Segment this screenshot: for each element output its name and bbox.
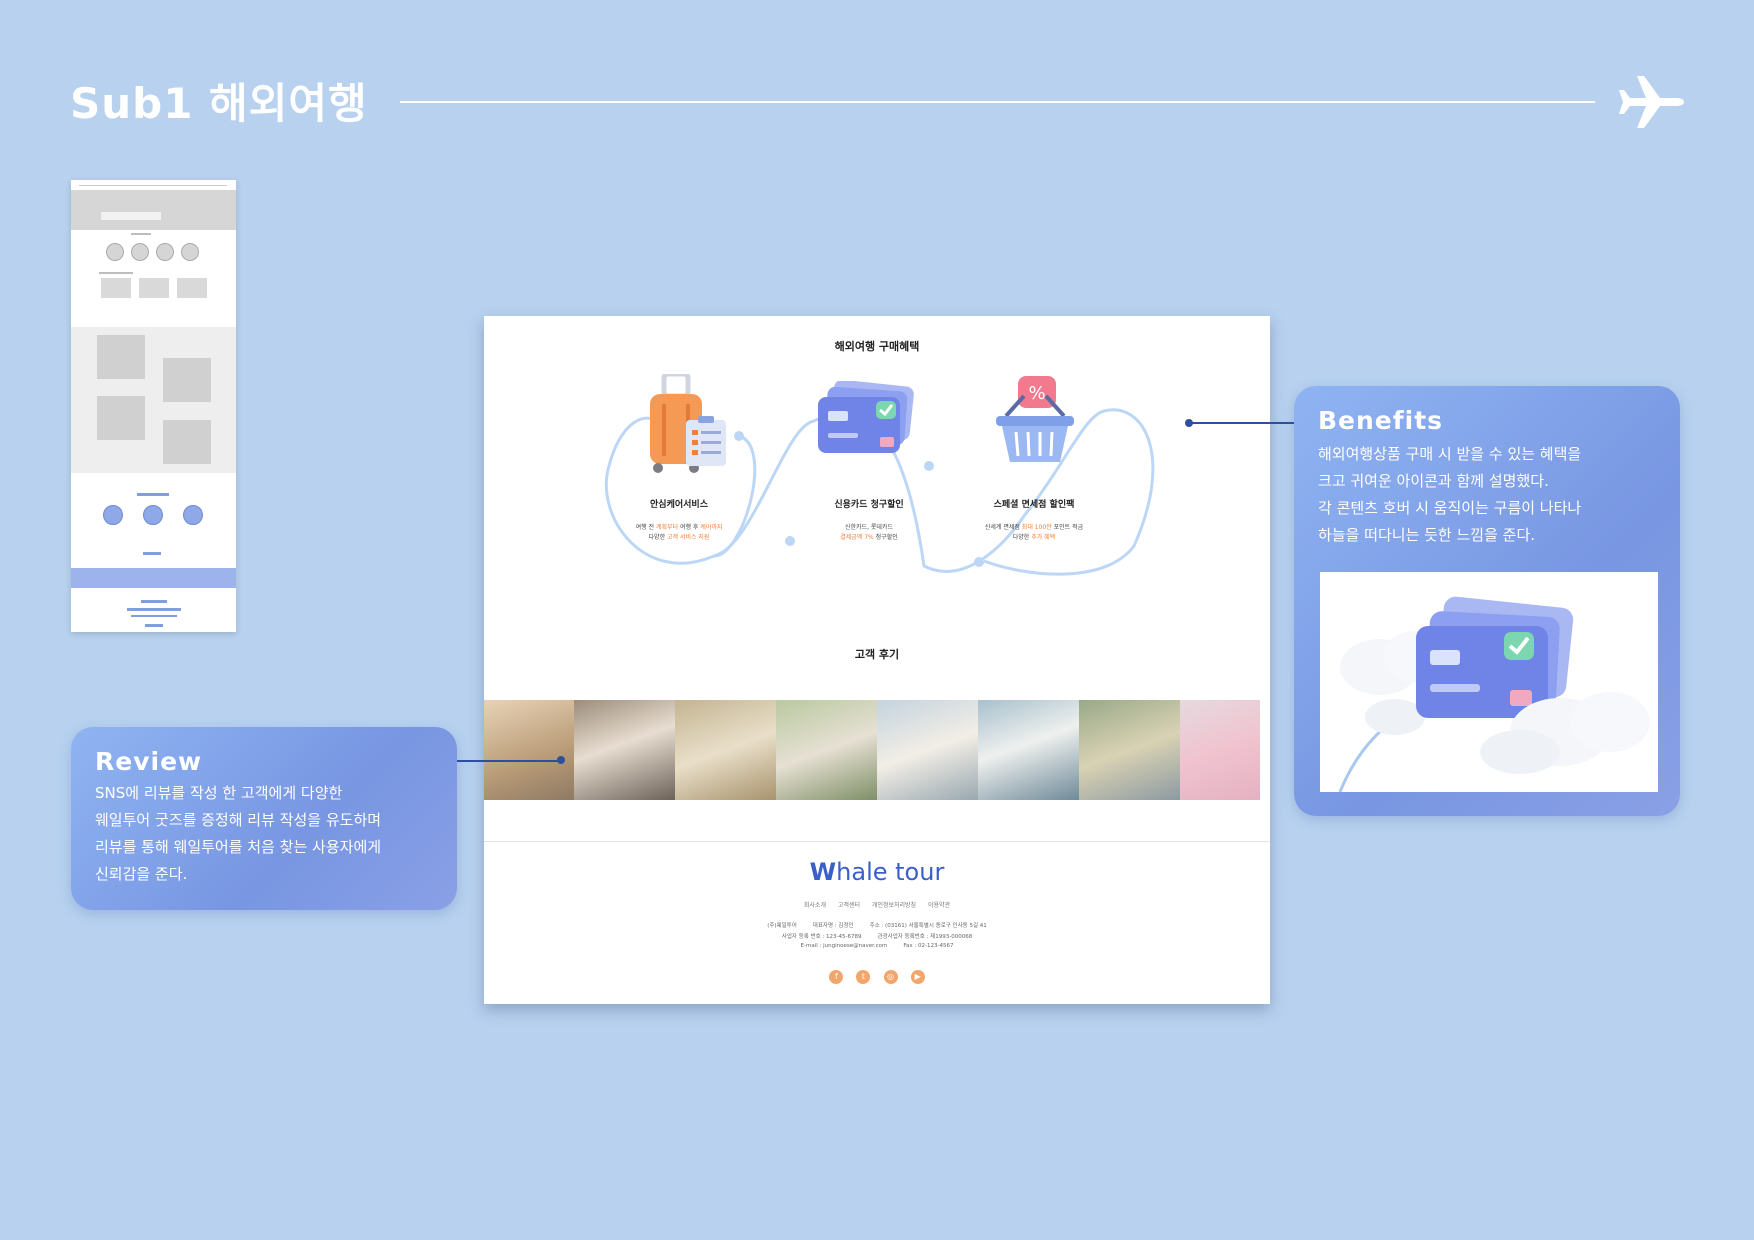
- website-mockup: 해외여행 구매혜택 % 안심케어서비스 여행 전 계획부터 여행 후 케어까지 …: [484, 316, 1270, 1004]
- review-photo[interactable]: [877, 700, 978, 800]
- review-card-text: SNS에 리뷰를 작성 한 고객에게 다양한 웨일투어 굿즈를 증정해 리뷰 작…: [95, 784, 382, 883]
- suitcase-icon: [650, 374, 726, 473]
- review-section-title: 고객 후기: [854, 648, 900, 661]
- review-callout-card: Review SNS에 리뷰를 작성 한 고객에게 다양한 웨일투어 굿즈를 증…: [71, 727, 457, 910]
- review-photo[interactable]: [978, 700, 1079, 800]
- svg-text:%: %: [1028, 383, 1045, 404]
- footer-info: E-mail : junginoese@naver.com Fax : 02-12…: [800, 943, 954, 949]
- whale-tour-logo[interactable]: Whale tour: [484, 858, 1270, 886]
- instagram-icon[interactable]: ◎: [883, 970, 898, 984]
- benefits-hover-preview: [1320, 572, 1658, 792]
- review-photo[interactable]: [574, 700, 675, 800]
- benefits-leader-line: [1190, 422, 1294, 424]
- benefit-desc-2: 신한카드, 롯데카드 결제금액 7% 청구할인: [840, 524, 898, 541]
- benefit-name-1: 안심케어서비스: [650, 500, 708, 510]
- benefits-card-title: Benefits: [1318, 406, 1444, 435]
- review-leader-line: [457, 760, 559, 762]
- title-divider: [400, 101, 1595, 103]
- review-leader-dot: [557, 756, 565, 764]
- facebook-icon[interactable]: f: [829, 970, 844, 984]
- review-photo-strip: [484, 700, 1270, 800]
- footer-link[interactable]: 고객센터: [838, 902, 860, 909]
- benefit-name-3: 스페셜 면세점 할인팩: [993, 500, 1075, 510]
- review-photo[interactable]: [675, 700, 776, 800]
- review-photo[interactable]: [1180, 700, 1260, 800]
- footer-link[interactable]: 이용약관: [928, 902, 950, 909]
- benefits-card-text: 해외여행상품 구매 시 받을 수 있는 혜택을 크고 귀여운 아이콘과 함께 설…: [1318, 445, 1582, 544]
- benefit-desc-1: 여행 전 계획부터 여행 후 케어까지 다양한 고객 서비스 지원: [635, 524, 723, 541]
- review-photo[interactable]: [1079, 700, 1180, 800]
- footer-links: 회사소개 고객센터 개인정보처리방침 이용약관: [484, 900, 1270, 909]
- twitter-icon[interactable]: t: [856, 970, 871, 984]
- benefits-callout-card: Benefits 해외여행상품 구매 시 받을 수 있는 혜택을 크고 귀여운 …: [1294, 386, 1680, 816]
- airplane-icon: [1619, 76, 1684, 128]
- wireframe-thumbnail: [71, 180, 236, 632]
- review-card-title: Review: [95, 747, 203, 776]
- youtube-icon[interactable]: ▶: [910, 970, 925, 984]
- shopping-basket-icon: %: [996, 376, 1074, 462]
- footer-link[interactable]: 개인정보처리방침: [872, 902, 916, 909]
- credit-card-icon: [818, 381, 914, 453]
- benefit-name-2: 신용카드 청구할인: [834, 500, 904, 510]
- benefits-path-line: [604, 408, 1155, 576]
- footer-info: 사업자 등록 번호 : 123-45-6789 관광사업자 등록번호 : 제199…: [781, 934, 973, 940]
- social-icons: f t ◎ ▶: [484, 964, 1270, 984]
- benefit-desc-3: 신세계 면세점 최대 100만 포인트 적금 다양한 추가 혜택: [984, 524, 1084, 541]
- footer-divider: [484, 841, 1270, 842]
- footer-link[interactable]: 회사소개: [804, 902, 826, 909]
- page-title: Sub1 해외여행: [70, 79, 368, 128]
- footer-info: (주)웨일투어 대표자명 : 김정인 주소 : (03161) 서울특별시 종로구 …: [767, 923, 987, 929]
- review-photo[interactable]: [484, 700, 574, 800]
- review-photo[interactable]: [776, 700, 877, 800]
